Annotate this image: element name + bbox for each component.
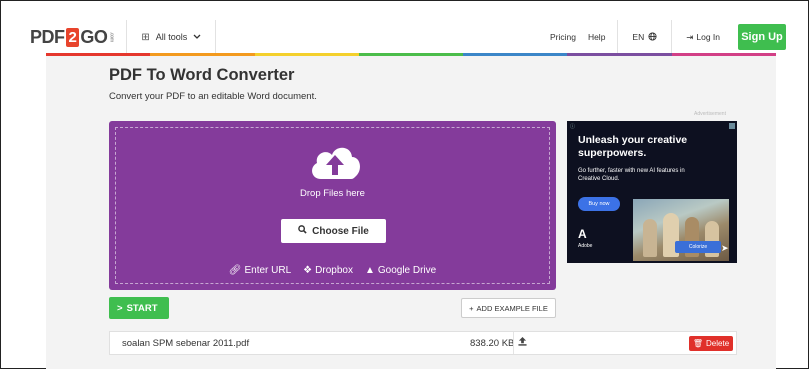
header-divider xyxy=(215,20,217,54)
search-icon xyxy=(298,225,307,237)
dropbox-icon: ❖ xyxy=(303,265,313,276)
link-icon: 🔗︎ xyxy=(228,265,242,276)
cloud-upload-icon xyxy=(307,141,363,181)
upload-dropzone[interactable]: Drop Files here Choose File 🔗︎ Enter URL… xyxy=(109,121,556,290)
choose-file-button[interactable]: Choose File xyxy=(281,219,386,243)
chevron-right-icon: > xyxy=(117,302,123,314)
ad-label: Advertisement xyxy=(694,111,726,117)
ad-headline: Unleash your creative superpowers. xyxy=(578,134,688,159)
drop-files-label: Drop Files here xyxy=(300,188,365,199)
grid-icon: ⊞ xyxy=(141,31,150,43)
trash-icon: 🗑︎ xyxy=(692,339,704,348)
globe-icon xyxy=(648,31,657,43)
ad-buy-button[interactable]: Buy now xyxy=(578,197,620,211)
sign-in-icon: ⇥ xyxy=(686,31,694,42)
ad-subline: Go further, faster with new AI features … xyxy=(578,168,685,182)
login-link[interactable]: ⇥ Log In xyxy=(672,20,734,54)
add-example-file-button[interactable]: + ADD EXAMPLE FILE xyxy=(461,298,556,318)
language-label: EN xyxy=(632,32,645,42)
dropzone-border: Drop Files here Choose File 🔗︎ Enter URL… xyxy=(115,127,550,284)
google-drive-icon: ▲ xyxy=(364,265,375,276)
page-title: PDF To Word Converter xyxy=(109,66,295,84)
google-drive-link[interactable]: ▲ Google Drive xyxy=(365,265,436,276)
advertisement[interactable]: ⓘ Unleash your creative superpowers. Go … xyxy=(567,121,737,263)
ad-close-icon[interactable] xyxy=(729,123,735,129)
pricing-link[interactable]: Pricing xyxy=(544,32,582,42)
ad-photo: Colorize ➤ xyxy=(633,199,729,261)
ad-brand: Adobe xyxy=(578,243,593,249)
dropbox-link[interactable]: ❖ Dropbox xyxy=(303,265,353,276)
ad-colorize-badge: Colorize xyxy=(675,241,721,253)
login-label: Log In xyxy=(696,32,720,42)
file-size: 838.20 KB xyxy=(470,337,527,349)
enter-url-link[interactable]: 🔗︎ Enter URL xyxy=(229,265,291,276)
upload-sources: 🔗︎ Enter URL ❖ Dropbox ▲ Google Drive xyxy=(116,265,549,276)
start-button[interactable]: > START xyxy=(109,297,169,319)
adobe-logo-icon: A xyxy=(578,227,587,241)
file-row-divider xyxy=(513,332,514,354)
plus-icon: + xyxy=(469,303,474,313)
cursor-icon: ➤ xyxy=(721,243,729,253)
file-list-row: soalan SPM sebenar 2011.pdf 838.20 KB 🗑︎… xyxy=(109,331,737,355)
file-name: soalan SPM sebenar 2011.pdf xyxy=(122,337,250,349)
all-tools-menu[interactable]: ⊞ All tools xyxy=(127,20,215,54)
ad-info-icon[interactable]: ⓘ xyxy=(570,123,575,130)
pdf2go-logo[interactable]: PDF 2 GO .com xyxy=(30,20,126,54)
choose-file-label: Choose File xyxy=(312,225,369,237)
delete-button[interactable]: 🗑︎ Delete xyxy=(689,336,733,351)
page-subtitle: Convert your PDF to an editable Word doc… xyxy=(109,91,317,102)
language-selector[interactable]: EN xyxy=(618,20,671,54)
all-tools-label: All tools xyxy=(155,32,188,42)
help-link[interactable]: Help xyxy=(582,32,617,42)
top-navigation: PDF 2 GO .com ⊞ All tools Pricing Help EN ⇥… xyxy=(30,20,786,54)
chevron-down-icon xyxy=(193,32,201,42)
upload-icon xyxy=(518,337,527,349)
signup-button[interactable]: Sign Up xyxy=(738,24,786,50)
